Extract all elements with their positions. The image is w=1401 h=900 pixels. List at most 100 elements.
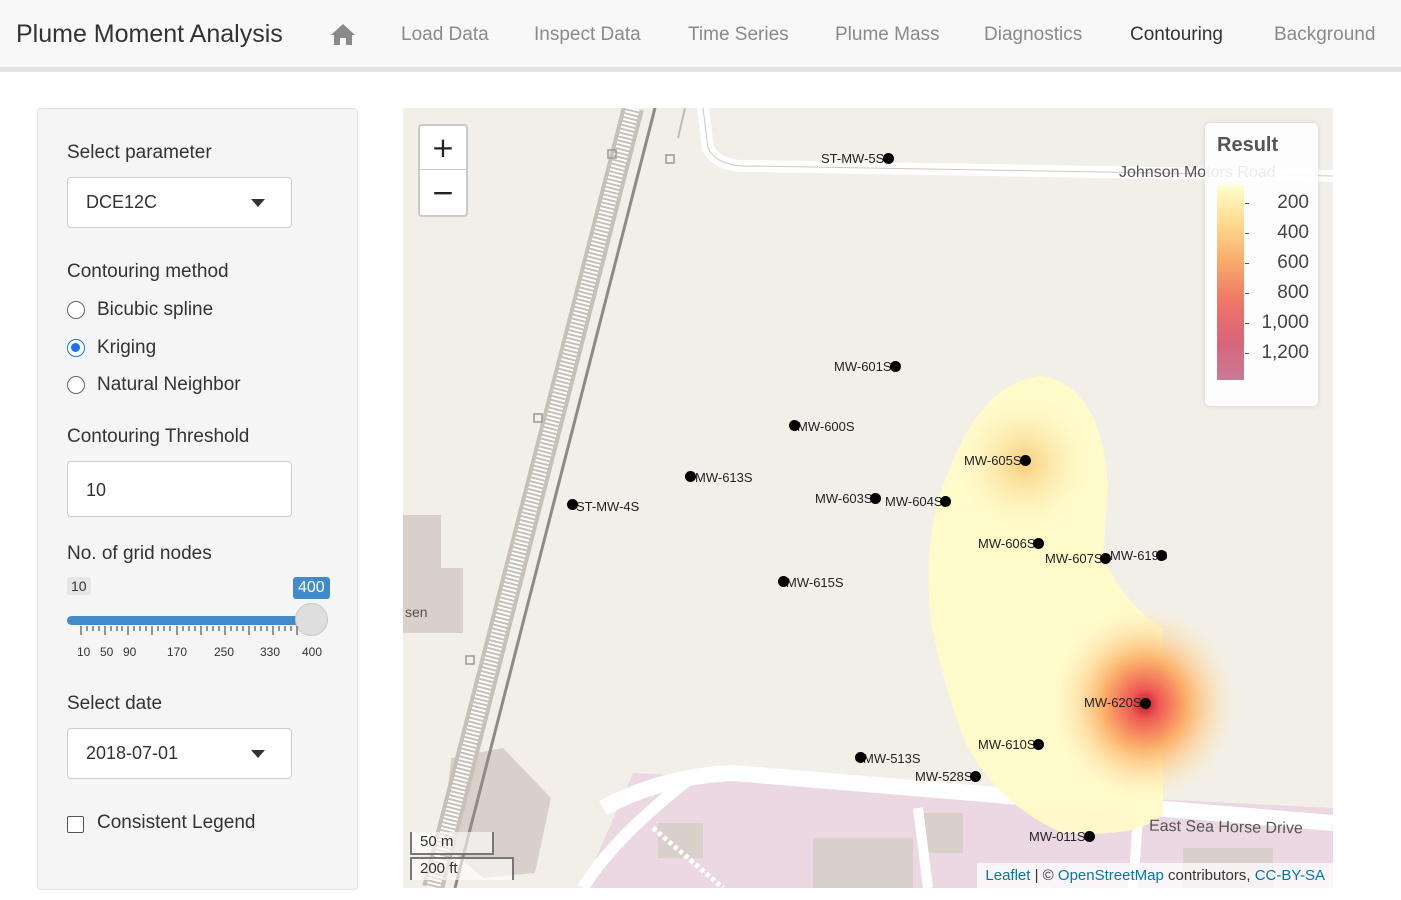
well-label: MW-605S — [964, 453, 1022, 468]
well-marker[interactable] — [567, 499, 578, 510]
legend-label: 200 — [1277, 192, 1309, 213]
attribution-separator: | © — [1030, 867, 1058, 884]
navbar: Plume Moment Analysis Load Data Inspect … — [0, 0, 1401, 72]
radio-label: Natural Neighbor — [97, 374, 241, 395]
radio-label: Kriging — [97, 337, 157, 358]
caret-down-icon — [251, 750, 265, 758]
well-marker[interactable] — [685, 471, 696, 482]
radio-button-checked[interactable] — [67, 339, 85, 357]
legend-label: 1,000 — [1261, 312, 1309, 333]
well-label: MW-607S — [1045, 551, 1103, 566]
well-label: MW-606S — [978, 536, 1036, 551]
tab-plume-mass[interactable]: Plume Mass — [835, 24, 940, 46]
parameter-select[interactable]: DCE12C — [67, 177, 292, 228]
slider-tick-label: 10 — [77, 645, 91, 659]
license-link[interactable]: CC-BY-SA — [1255, 867, 1325, 884]
consistent-legend-label: Consistent Legend — [97, 812, 256, 833]
well-label: MW-613S — [695, 470, 753, 485]
map-legend: Result 200 400 600 800 1,000 1,200 — [1205, 123, 1318, 406]
scale-bar-metric: 50 m — [410, 832, 494, 855]
contour-map[interactable]: Johnson Motors Road East Sea Horse Drive… — [403, 108, 1333, 888]
legend-tick — [1245, 293, 1249, 294]
grid-nodes-label: No. of grid nodes — [67, 543, 212, 564]
zoom-control: + − — [418, 124, 468, 217]
scale-bar-imperial: 200 ft — [410, 857, 514, 880]
well-label: MW-600S — [797, 419, 855, 434]
leaflet-link[interactable]: Leaflet — [985, 867, 1030, 884]
consistent-legend-checkbox[interactable] — [67, 816, 84, 833]
street-label-sea-horse: East Sea Horse Drive — [1148, 817, 1303, 838]
legend-label: 1,200 — [1261, 342, 1309, 363]
well-marker[interactable] — [1033, 538, 1044, 549]
well-label: MW-603S — [815, 491, 873, 506]
well-label: ST-MW-5S — [821, 151, 885, 166]
threshold-input[interactable]: 10 — [67, 461, 292, 517]
legend-title: Result — [1217, 134, 1279, 156]
well-marker[interactable] — [789, 420, 800, 431]
well-marker[interactable] — [1020, 455, 1031, 466]
legend-label: 600 — [1277, 252, 1309, 273]
legend-tick — [1245, 323, 1249, 324]
well-marker[interactable] — [883, 153, 894, 164]
well-label: MW-513S — [863, 751, 921, 766]
well-marker[interactable] — [970, 771, 981, 782]
slider-value-badge: 400 — [293, 577, 330, 599]
well-marker[interactable] — [855, 752, 866, 763]
parameter-select-value: DCE12C — [86, 192, 158, 212]
tab-inspect-data[interactable]: Inspect Data — [534, 24, 641, 46]
well-label: MW-528S — [915, 769, 973, 784]
legend-tick — [1245, 233, 1249, 234]
well-marker[interactable] — [778, 576, 789, 587]
tab-background[interactable]: Background — [1274, 24, 1375, 46]
zoom-out-button[interactable]: − — [420, 171, 466, 215]
app-title: Plume Moment Analysis — [16, 20, 283, 48]
well-marker[interactable] — [1084, 831, 1095, 842]
slider-tick-label: 50 — [100, 645, 114, 659]
osm-link[interactable]: OpenStreetMap — [1058, 867, 1164, 884]
radio-button[interactable] — [67, 301, 85, 319]
threshold-label: Contouring Threshold — [67, 426, 250, 447]
well-marker[interactable] — [870, 493, 881, 504]
well-marker[interactable] — [940, 496, 951, 507]
tab-contouring[interactable]: Contouring — [1130, 24, 1223, 46]
parameter-label: Select parameter — [67, 142, 212, 163]
well-marker[interactable] — [1033, 739, 1044, 750]
legend-label: 800 — [1277, 282, 1309, 303]
slider-track[interactable] — [67, 616, 312, 625]
date-label: Select date — [67, 693, 163, 714]
slider-tick-label: 170 — [167, 645, 188, 659]
date-select[interactable]: 2018-07-01 — [67, 728, 292, 779]
slider-tick-label: 400 — [302, 645, 323, 659]
well-label: MW-610S — [978, 737, 1036, 752]
well-marker[interactable] — [890, 361, 901, 372]
slider-tick-label: 330 — [260, 645, 281, 659]
slider-tick-label: 250 — [214, 645, 235, 659]
tab-diagnostics[interactable]: Diagnostics — [984, 24, 1082, 46]
map-attribution: Leaflet | © OpenStreetMap contributors, … — [977, 863, 1333, 888]
legend-color-bar — [1217, 185, 1244, 380]
legend-tick — [1245, 263, 1249, 264]
well-label: MW-620S — [1084, 695, 1142, 710]
sidebar-panel: Select parameter DCE12C Contouring metho… — [37, 108, 358, 890]
zoom-in-button[interactable]: + — [420, 126, 466, 170]
legend-tick — [1245, 353, 1249, 354]
attribution-contributors: contributors, — [1163, 867, 1255, 884]
legend-tick — [1245, 203, 1249, 204]
well-label: ST-MW-4S — [576, 499, 640, 514]
method-label: Contouring method — [67, 261, 229, 282]
well-label: MW-011S — [1029, 829, 1086, 844]
date-select-value: 2018-07-01 — [86, 743, 179, 763]
legend-label: 400 — [1277, 222, 1309, 243]
well-label: MW-604S — [885, 494, 943, 509]
caret-down-icon — [251, 199, 265, 207]
well-marker[interactable] — [1156, 550, 1167, 561]
well-label: MW-615S — [786, 575, 844, 590]
well-label: MW-601S — [834, 359, 892, 374]
tab-time-series[interactable]: Time Series — [688, 24, 789, 46]
tab-load-data[interactable]: Load Data — [401, 24, 489, 46]
home-icon[interactable] — [330, 22, 356, 48]
radio-label: Bicubic spline — [97, 299, 214, 320]
radio-button[interactable] — [67, 376, 85, 394]
slider-tick-label: 90 — [123, 645, 137, 659]
well-marker[interactable] — [1140, 698, 1151, 709]
